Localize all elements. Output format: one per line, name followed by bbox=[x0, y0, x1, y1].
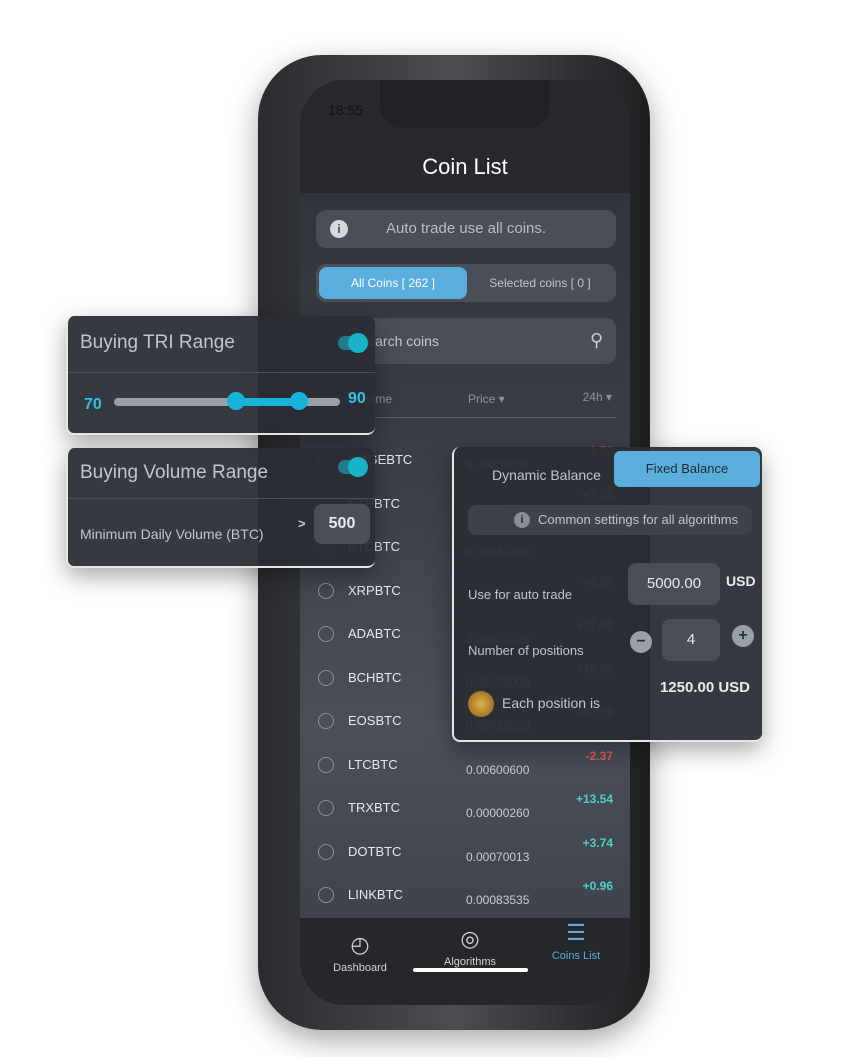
gauge-icon: ◴ bbox=[350, 932, 370, 957]
nav-coins-list[interactable]: ☰ Coins List bbox=[531, 920, 621, 962]
tri-min-handle[interactable] bbox=[227, 392, 245, 410]
select-radio[interactable] bbox=[318, 626, 334, 642]
search-icon[interactable]: ⚲ bbox=[590, 330, 603, 351]
coin-change: +0.96 bbox=[582, 879, 613, 893]
nav-algorithms[interactable]: ◎ Algorithms bbox=[425, 926, 515, 968]
coin-name: DOTBTC bbox=[348, 843, 402, 859]
select-radio[interactable] bbox=[318, 800, 334, 816]
info-text: Auto trade use all coins. bbox=[385, 220, 547, 237]
target-icon: ◎ bbox=[460, 926, 480, 951]
volume-input[interactable]: 500 bbox=[314, 504, 370, 544]
select-radio[interactable] bbox=[318, 887, 334, 903]
select-radio[interactable] bbox=[318, 713, 334, 729]
volume-title: Buying Volume Range bbox=[80, 462, 269, 483]
info-banner: i Auto trade use all coins. bbox=[316, 210, 616, 248]
notch bbox=[380, 80, 550, 128]
auto-trade-label: Use for auto trade bbox=[468, 587, 573, 602]
auto-trade-input[interactable]: 5000.00 bbox=[628, 563, 720, 605]
coin-icon bbox=[468, 691, 494, 717]
select-radio[interactable] bbox=[318, 843, 334, 860]
coin-price: 0.00000260 bbox=[466, 806, 530, 820]
select-radio[interactable] bbox=[318, 582, 334, 599]
increase-button[interactable]: + bbox=[732, 625, 754, 647]
tri-max: 90 bbox=[348, 390, 366, 407]
col-price[interactable]: Price ▾ bbox=[468, 392, 505, 406]
info-icon: i bbox=[330, 220, 348, 238]
home-indicator bbox=[413, 968, 528, 972]
tri-toggle[interactable] bbox=[338, 333, 368, 353]
coin-row[interactable]: LINKBTC 0.00083535 +0.96 bbox=[300, 877, 630, 917]
tri-min: 70 bbox=[84, 396, 102, 413]
tab-fixed-balance[interactable]: Fixed Balance bbox=[614, 451, 760, 487]
coin-row[interactable]: TRXBTC 0.00000260 +13.54 bbox=[300, 790, 630, 830]
coin-name: LINKBTC bbox=[348, 887, 403, 902]
col-24h[interactable]: 24h ▾ bbox=[583, 390, 612, 404]
volume-operator: > bbox=[298, 516, 306, 531]
coin-name: XRPBTC bbox=[348, 582, 401, 598]
decrease-button[interactable]: − bbox=[630, 631, 652, 653]
each-position-label: Each position is bbox=[502, 695, 601, 711]
balance-info-text: Common settings for all algorithms bbox=[538, 512, 739, 527]
select-radio[interactable] bbox=[318, 756, 334, 773]
coin-price: 0.00600600 bbox=[466, 762, 530, 777]
tri-range-panel: Buying TRI Range 70 90 bbox=[66, 316, 375, 435]
list-icon: ☰ bbox=[566, 920, 586, 945]
coin-name: ADABTC bbox=[348, 626, 401, 641]
info-icon: i bbox=[514, 512, 530, 528]
coin-price: 0.00083535 bbox=[466, 893, 530, 907]
coin-change: -2.37 bbox=[585, 748, 613, 763]
volume-label: Minimum Daily Volume (BTC) bbox=[80, 526, 264, 542]
coin-change: +13.54 bbox=[575, 792, 613, 806]
tab-dynamic-balance[interactable]: Dynamic Balance bbox=[492, 467, 601, 483]
coin-name: LTCBTC bbox=[348, 756, 398, 772]
status-time: 18:55 bbox=[328, 102, 364, 118]
positions-label: Number of positions bbox=[468, 643, 584, 658]
tri-title: Buying TRI Range bbox=[80, 332, 235, 353]
positions-input[interactable]: 4 bbox=[662, 619, 720, 661]
each-position-value: 1250.00 USD bbox=[659, 679, 750, 696]
coin-name: TRXBTC bbox=[348, 800, 400, 815]
tab-selected-coins[interactable]: Selected coins [ 0 ] bbox=[467, 267, 613, 299]
coin-change: +3.74 bbox=[582, 835, 613, 850]
coin-row[interactable]: DOTBTC 0.00070013 +3.74 bbox=[300, 834, 630, 874]
coin-price: 0.00070013 bbox=[466, 849, 530, 864]
coin-filter-tabs: All Coins [ 262 ] Selected coins [ 0 ] bbox=[316, 264, 616, 302]
coin-name: BCHBTC bbox=[348, 669, 402, 685]
coin-row[interactable]: LTCBTC 0.00600600 -2.37 bbox=[300, 747, 630, 787]
balance-panel: Dynamic Balance Fixed Balance i Common s… bbox=[452, 447, 762, 742]
select-radio[interactable] bbox=[318, 669, 334, 686]
tab-all-coins[interactable]: All Coins [ 262 ] bbox=[319, 267, 467, 299]
volume-range-panel: Buying Volume Range Minimum Daily Volume… bbox=[66, 448, 375, 568]
balance-info: i Common settings for all algorithms bbox=[468, 505, 752, 535]
volume-toggle[interactable] bbox=[338, 457, 368, 477]
currency-label: USD bbox=[726, 573, 756, 589]
nav-dashboard[interactable]: ◴ Dashboard bbox=[315, 932, 405, 974]
bottom-nav: ◴ Dashboard ◎ Algorithms ☰ Coins List bbox=[300, 918, 630, 1005]
tri-max-handle[interactable] bbox=[290, 392, 308, 410]
page-title: Coin List bbox=[422, 154, 508, 179]
coin-name: EOSBTC bbox=[348, 713, 402, 728]
